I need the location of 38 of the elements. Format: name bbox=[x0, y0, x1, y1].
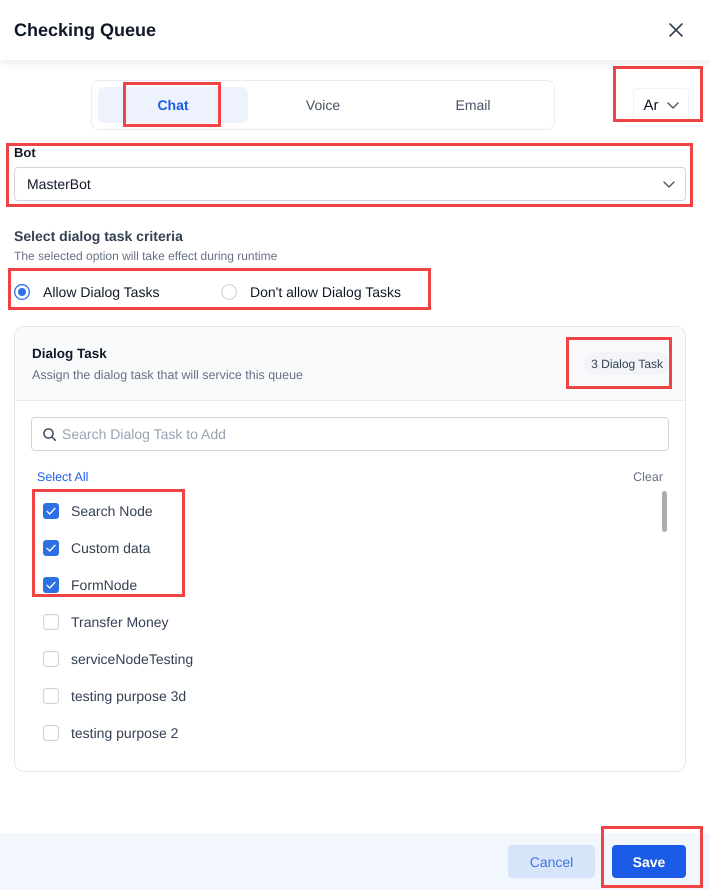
channel-tab[interactable]: Chat bbox=[98, 87, 248, 123]
radio-button[interactable] bbox=[14, 284, 30, 300]
checkbox[interactable] bbox=[43, 650, 59, 666]
chevron-down-icon bbox=[663, 180, 675, 188]
section-description: The selected option will take effect during runtime bbox=[14, 248, 278, 264]
checkbox[interactable] bbox=[43, 540, 59, 556]
task-label[interactable]: Transfer Money bbox=[71, 612, 169, 632]
task-label[interactable]: testing purpose 2 bbox=[71, 722, 178, 742]
close-icon[interactable] bbox=[669, 23, 683, 37]
checkbox[interactable] bbox=[43, 576, 59, 592]
save-button[interactable]: Save bbox=[612, 845, 686, 878]
field-label: Bot bbox=[14, 144, 37, 162]
task-label[interactable]: Search Node bbox=[71, 500, 153, 520]
radio-label[interactable]: Don't allow Dialog Tasks bbox=[250, 282, 402, 302]
language-dropdown[interactable]: Ar bbox=[633, 88, 689, 122]
task-label[interactable]: FormNode bbox=[71, 574, 138, 594]
task-label[interactable]: testing purpose 3d bbox=[71, 686, 186, 706]
clear-link[interactable]: Clear bbox=[633, 469, 663, 485]
task-label[interactable]: serviceNodeTesting bbox=[71, 648, 194, 668]
search-icon bbox=[43, 428, 56, 441]
scrollbar[interactable] bbox=[662, 491, 667, 532]
search-field[interactable]: Search Dialog Task to Add bbox=[31, 417, 669, 451]
dialog-title: Checking Queue bbox=[14, 20, 156, 40]
checkbox[interactable] bbox=[43, 502, 59, 518]
select-all-link[interactable]: Select All bbox=[37, 469, 88, 485]
task-label[interactable]: Custom data bbox=[71, 538, 150, 558]
checkbox[interactable] bbox=[43, 688, 59, 704]
bot-dropdown[interactable]: MasterBot bbox=[14, 167, 686, 201]
channel-tab[interactable]: Email bbox=[398, 87, 548, 123]
radio-label[interactable]: Allow Dialog Tasks bbox=[43, 282, 160, 302]
section-title: Select dialog task criteria bbox=[14, 227, 184, 246]
count-badge: 3 Dialog Task bbox=[584, 352, 670, 375]
card-description: Assign the dialog task that will service this queue bbox=[32, 366, 303, 382]
channel-tab[interactable]: Voice bbox=[248, 87, 398, 123]
card-title: Dialog Task bbox=[32, 344, 108, 362]
chevron-down-icon bbox=[666, 102, 678, 108]
checkbox[interactable] bbox=[43, 724, 59, 740]
checkbox[interactable] bbox=[43, 614, 59, 630]
